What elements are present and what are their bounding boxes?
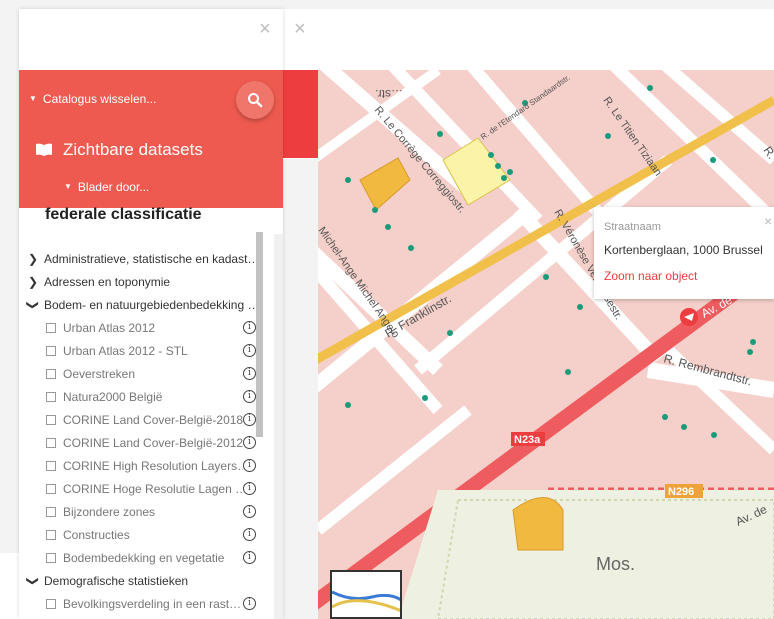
tree-category[interactable]: ❯ Administratieve, statistische en kadas…	[19, 249, 277, 272]
checkbox[interactable]	[46, 507, 56, 517]
dataset-item[interactable]: Bevolkingsverdeling in een rast… i	[19, 594, 277, 617]
info-icon[interactable]: i	[243, 344, 256, 357]
checkbox[interactable]	[46, 461, 56, 471]
dataset-item[interactable]: Constructies i	[19, 525, 277, 548]
park-area	[398, 490, 774, 619]
dataset-item-label: Urban Atlas 2012	[63, 321, 156, 335]
info-icon[interactable]: i	[243, 413, 256, 426]
info-icon[interactable]: i	[243, 459, 256, 472]
search-icon	[248, 93, 263, 108]
dataset-item-label: Constructies	[63, 528, 130, 542]
panel-header: ▼ Catalogus wisselen... Zichtbare dataset…	[19, 70, 283, 208]
dataset-item[interactable]: Bijzondere zones i	[19, 502, 277, 525]
book-icon	[36, 143, 52, 156]
info-icon[interactable]: i	[243, 436, 256, 449]
dataset-item[interactable]: CORINE High Resolution Layers… i	[19, 456, 277, 479]
street-label-top: …str.	[375, 87, 403, 101]
zoom-to-object-link[interactable]: Zoom naar object	[604, 269, 697, 283]
popup-close-icon[interactable]: ×	[764, 213, 772, 229]
dataset-item-label: Oeverstreken	[63, 367, 136, 381]
dataset-item[interactable]: CORINE Hoge Resolutie Lagen … i	[19, 479, 277, 502]
scrollbar-thumb[interactable]	[256, 232, 263, 437]
caret-down-icon: ▼	[64, 182, 72, 191]
dataset-item[interactable]: Urban Atlas 2012 i	[19, 318, 277, 341]
dataset-item[interactable]: Natura2000 België i	[19, 387, 277, 410]
svg-text:N23a: N23a	[514, 434, 541, 446]
place-label-mos: Mos.	[596, 554, 635, 574]
info-icon[interactable]: i	[243, 551, 256, 564]
search-button[interactable]	[236, 81, 274, 119]
visible-datasets-label: Zichtbare datasets	[63, 140, 203, 159]
classification-heading: federale classificatie	[45, 206, 202, 223]
checkbox[interactable]	[46, 323, 56, 333]
dataset-item[interactable]: CORINE Land Cover-België-2012 i	[19, 433, 277, 456]
secondary-panel-header	[282, 70, 318, 158]
info-icon[interactable]: i	[243, 321, 256, 334]
overview-map[interactable]	[330, 570, 402, 619]
dataset-item[interactable]: Bodembedekking en vegetatie i	[19, 548, 277, 571]
scrollbar-track[interactable]	[274, 234, 283, 619]
panel-close-icon[interactable]: ×	[259, 18, 271, 41]
visible-datasets-toggle[interactable]: Zichtbare datasets	[35, 140, 203, 160]
tree-category-label: Bodem- en natuurgebiedenbedekking …	[44, 298, 260, 312]
map-view[interactable]: N23a N296 R. Le Corrège Correggiostr. R.…	[318, 70, 774, 619]
checkbox[interactable]	[46, 530, 56, 540]
lower-left-strip	[0, 553, 19, 619]
dataset-item-label: CORINE Land Cover-België-2012	[63, 436, 243, 450]
catalog-switch-label: Catalogus wisselen...	[42, 92, 157, 106]
overview-map-canvas	[332, 590, 400, 613]
dataset-item[interactable]: CORINE Land Cover-België-2018 i	[19, 410, 277, 433]
checkbox[interactable]	[46, 392, 56, 402]
checkbox[interactable]	[46, 415, 56, 425]
info-icon[interactable]: i	[243, 528, 256, 541]
tree-category-label: Administratieve, statistische en kadast…	[44, 252, 260, 266]
browse-dropdown[interactable]: ▼ Blader door...	[64, 180, 149, 194]
dataset-item-label: CORINE Land Cover-België-2018	[63, 413, 243, 427]
tree-category[interactable]: ❯ Bodem- en natuurgebiedenbedekking …	[19, 295, 277, 318]
tree-category[interactable]: ❯ Demografische statistieken	[19, 571, 277, 594]
dataset-item-label: Bevolkingsverdeling in een rast…	[63, 597, 242, 611]
browse-label: Blader door...	[77, 180, 150, 194]
tree-category-label: Demografische statistieken	[44, 574, 189, 588]
chevron-right-icon: ❯	[28, 275, 39, 289]
info-icon[interactable]: i	[243, 367, 256, 380]
map-canvas[interactable]: N23a N296 R. Le Corrège Correggiostr. R.…	[318, 70, 774, 619]
caret-down-icon: ▼	[29, 94, 37, 103]
info-icon[interactable]: i	[243, 482, 256, 495]
tree-category-label: Adressen en toponymie	[44, 275, 171, 289]
dataset-item-label: Bodembedekking en vegetatie	[63, 551, 225, 565]
tree-category[interactable]: ❯ Adressen en toponymie	[19, 272, 277, 295]
popup-field-value: Kortenberglaan, 1000 Brussel	[604, 243, 763, 257]
info-icon[interactable]: i	[243, 505, 256, 518]
dataset-item-label: CORINE Hoge Resolutie Lagen …	[63, 482, 243, 496]
info-icon[interactable]: i	[243, 390, 256, 403]
dataset-item-label: CORINE High Resolution Layers…	[63, 459, 243, 473]
checkbox[interactable]	[46, 438, 56, 448]
dataset-tree: ❯ Administratieve, statistische en kadas…	[19, 249, 277, 617]
secondary-panel-close-icon[interactable]: ×	[294, 18, 306, 41]
catalog-switch-dropdown[interactable]: ▼ Catalogus wisselen...	[29, 92, 156, 106]
chevron-right-icon: ❯	[28, 252, 39, 266]
checkbox[interactable]	[46, 553, 56, 563]
dataset-item-label: Urban Atlas 2012 - STL	[63, 344, 188, 358]
feature-orange-polygon-2	[512, 497, 564, 551]
feature-popup: × Straatnaam Kortenberglaan, 1000 Brusse…	[594, 207, 774, 299]
app-root: N23a N296 R. Le Corrège Correggiostr. R.…	[0, 0, 774, 619]
info-icon[interactable]: i	[243, 597, 256, 610]
dataset-item[interactable]: Urban Atlas 2012 - STL i	[19, 341, 277, 364]
dataset-item-label: Bijzondere zones	[63, 505, 156, 519]
popup-field-label: Straatnaam	[604, 221, 661, 233]
dataset-panel: × ▼ Catalogus wisselen... Zichtbare datas…	[19, 9, 283, 619]
dataset-item-label: Natura2000 België	[63, 390, 163, 404]
checkbox[interactable]	[46, 346, 56, 356]
chevron-down-icon: ❯	[26, 575, 41, 587]
chevron-down-icon: ❯	[26, 299, 41, 311]
checkbox[interactable]	[46, 484, 56, 494]
checkbox[interactable]	[46, 599, 56, 609]
checkbox[interactable]	[46, 369, 56, 379]
svg-text:N296: N296	[668, 486, 694, 498]
dataset-item[interactable]: Oeverstreken i	[19, 364, 277, 387]
